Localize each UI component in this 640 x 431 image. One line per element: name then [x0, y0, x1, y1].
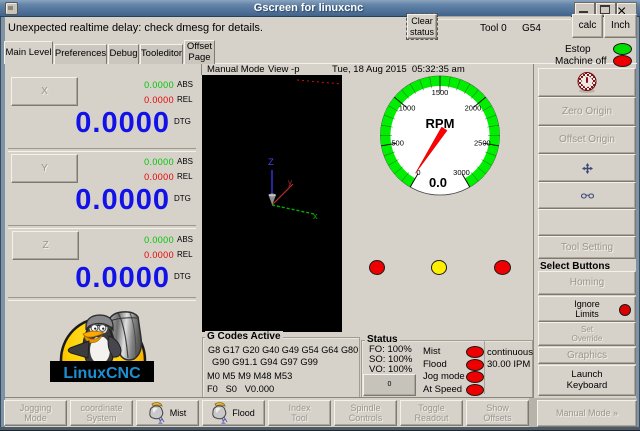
svg-text:x: x [313, 211, 318, 221]
svg-text:2500: 2500 [474, 138, 491, 147]
svg-text:1500: 1500 [432, 88, 449, 97]
svg-text:LinuxCNC: LinuxCNC [63, 365, 141, 382]
svg-text:Z: Z [268, 157, 274, 168]
svg-text:y: y [288, 178, 292, 187]
svg-text:500: 500 [391, 138, 404, 147]
svg-text:RPM: RPM [426, 116, 455, 131]
svg-text:3000: 3000 [453, 168, 470, 177]
svg-text:2000: 2000 [465, 103, 482, 112]
svg-text:0.0: 0.0 [429, 175, 447, 190]
svg-text:0: 0 [416, 168, 420, 177]
svg-text:1000: 1000 [399, 103, 416, 112]
